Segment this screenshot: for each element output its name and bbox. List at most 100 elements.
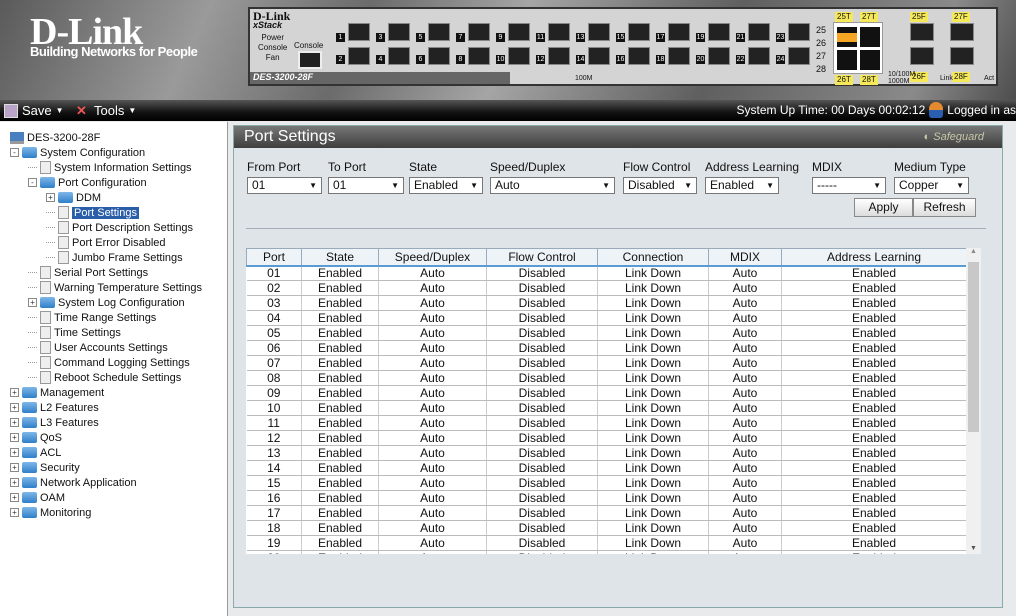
mdix-select[interactable]: ----- bbox=[812, 177, 886, 194]
tree-item-l3-features[interactable]: + L3 Features bbox=[10, 415, 99, 430]
document-icon bbox=[40, 266, 51, 279]
rj45-port bbox=[837, 27, 857, 47]
table-row[interactable]: 11 Enabled Auto Disabled Link Down Auto Enable… bbox=[246, 415, 966, 431]
tree-item-port-error-disabled[interactable]: Port Error Disabled bbox=[46, 235, 166, 250]
tree-item-warning-temperature-settings[interactable]: Warning Temperature Settings bbox=[28, 280, 202, 295]
tree-item-qos[interactable]: + QoS bbox=[10, 430, 62, 445]
tree-item-port-settings[interactable]: Port Settings bbox=[46, 205, 139, 220]
speed-duplex-select[interactable]: Auto bbox=[490, 177, 615, 194]
expand-icon[interactable]: + bbox=[10, 463, 19, 472]
table-row[interactable]: 13 Enabled Auto Disabled Link Down Auto Enable… bbox=[246, 445, 966, 461]
table-row[interactable]: 15 Enabled Auto Disabled Link Down Auto Enable… bbox=[246, 475, 966, 491]
table-row[interactable]: 02 Enabled Auto Disabled Link Down Auto Enable… bbox=[246, 280, 966, 296]
tree-item-label: System Configuration bbox=[40, 146, 146, 159]
tree-item-security[interactable]: + Security bbox=[10, 460, 80, 475]
expand-icon[interactable]: + bbox=[10, 448, 19, 457]
table-cell: Enabled bbox=[781, 340, 966, 356]
tree-item-ddm[interactable]: + DDM bbox=[46, 190, 101, 205]
legend-act: Act bbox=[984, 75, 995, 82]
tree-item-command-logging-settings[interactable]: Command Logging Settings bbox=[28, 355, 190, 370]
address-learning-select[interactable]: Enabled bbox=[705, 177, 779, 194]
column-header: MDIX bbox=[708, 248, 782, 267]
folder-icon bbox=[22, 447, 37, 458]
refresh-button[interactable]: Refresh bbox=[913, 198, 976, 217]
tree-item-time-range-settings[interactable]: Time Range Settings bbox=[28, 310, 156, 325]
tree-item-acl[interactable]: + ACL bbox=[10, 445, 61, 460]
table-row[interactable]: 01 Enabled Auto Disabled Link Down Auto Enable… bbox=[246, 265, 966, 281]
scrollbar-thumb[interactable] bbox=[968, 262, 979, 432]
table-row[interactable]: 19 Enabled Auto Disabled Link Down Auto Enable… bbox=[246, 535, 966, 551]
tools-menu[interactable]: ✕ Tools ▼ bbox=[76, 103, 136, 118]
expand-icon[interactable]: + bbox=[10, 388, 19, 397]
save-menu[interactable]: Save ▼ bbox=[4, 103, 64, 118]
expand-icon[interactable]: + bbox=[10, 433, 19, 442]
tree-item-l2-features[interactable]: + L2 Features bbox=[10, 400, 99, 415]
table-cell: Enabled bbox=[781, 490, 966, 506]
table-row[interactable]: 09 Enabled Auto Disabled Link Down Auto Enable… bbox=[246, 385, 966, 401]
scroll-up-icon[interactable]: ▲ bbox=[966, 248, 981, 255]
table-row[interactable]: 14 Enabled Auto Disabled Link Down Auto Enable… bbox=[246, 460, 966, 476]
table-cell: Disabled bbox=[486, 460, 598, 476]
table-cell: Enabled bbox=[781, 265, 966, 281]
expand-icon[interactable]: + bbox=[10, 418, 19, 427]
from-port-select[interactable]: 01 bbox=[247, 177, 322, 194]
tree-item-oam[interactable]: + OAM bbox=[10, 490, 65, 505]
apply-button[interactable]: Apply bbox=[854, 198, 913, 217]
combo-label: 25T bbox=[835, 12, 853, 22]
table-row[interactable]: 04 Enabled Auto Disabled Link Down Auto Enable… bbox=[246, 310, 966, 326]
tree-item-system-information-settings[interactable]: System Information Settings bbox=[28, 160, 192, 175]
table-row[interactable]: 18 Enabled Auto Disabled Link Down Auto Enable… bbox=[246, 520, 966, 536]
expand-icon[interactable]: + bbox=[10, 493, 19, 502]
expand-icon[interactable]: + bbox=[46, 193, 55, 202]
expand-icon[interactable]: + bbox=[28, 298, 37, 307]
table-cell: Enabled bbox=[301, 460, 379, 476]
tree-item-des-3200-28f[interactable]: DES-3200-28F bbox=[10, 130, 100, 145]
table-cell: Disabled bbox=[486, 535, 598, 551]
expand-icon[interactable]: + bbox=[10, 403, 19, 412]
table-row[interactable]: 20EnabledAutoDisabledLink DownAutoEnable… bbox=[246, 550, 966, 554]
tree-item-reboot-schedule-settings[interactable]: Reboot Schedule Settings bbox=[28, 370, 181, 385]
tree-item-management[interactable]: + Management bbox=[10, 385, 104, 400]
flow-control-select[interactable]: Disabled bbox=[623, 177, 697, 194]
page-title: Port Settings bbox=[244, 128, 336, 145]
table-row[interactable]: 17 Enabled Auto Disabled Link Down Auto Enable… bbox=[246, 505, 966, 521]
table-scrollbar[interactable]: ▲ ▼ bbox=[966, 248, 981, 554]
table-cell: 18 bbox=[246, 520, 302, 536]
tree-item-serial-port-settings[interactable]: Serial Port Settings bbox=[28, 265, 148, 280]
scroll-down-icon[interactable]: ▼ bbox=[966, 545, 981, 552]
table-row[interactable]: 06 Enabled Auto Disabled Link Down Auto Enable… bbox=[246, 340, 966, 356]
table-row[interactable]: 10 Enabled Auto Disabled Link Down Auto Enable… bbox=[246, 400, 966, 416]
tree-item-port-configuration[interactable]: - Port Configuration bbox=[28, 175, 147, 190]
table-cell: Link Down bbox=[597, 445, 709, 461]
tree-item-label: Monitoring bbox=[40, 506, 92, 519]
tree-item-system-configuration[interactable]: - System Configuration bbox=[10, 145, 145, 160]
table-cell: Enabled bbox=[301, 325, 379, 341]
table-row[interactable]: 16 Enabled Auto Disabled Link Down Auto Enable… bbox=[246, 490, 966, 506]
caret-down-icon: ▼ bbox=[55, 106, 64, 115]
table-row[interactable]: 05 Enabled Auto Disabled Link Down Auto Enable… bbox=[246, 325, 966, 341]
collapse-icon[interactable]: - bbox=[28, 178, 37, 187]
state-select[interactable]: Enabled bbox=[409, 177, 483, 194]
tree-item-port-description-settings[interactable]: Port Description Settings bbox=[46, 220, 193, 235]
tree-item-time-settings[interactable]: Time Settings bbox=[28, 325, 121, 340]
tree-item-network-application[interactable]: + Network Application bbox=[10, 475, 137, 490]
combo-port-number: 28 bbox=[816, 64, 827, 74]
table-cell: Link Down bbox=[597, 475, 709, 491]
expand-icon[interactable]: + bbox=[10, 508, 19, 517]
document-icon bbox=[58, 236, 69, 249]
table-row[interactable]: 07 Enabled Auto Disabled Link Down Auto Enable… bbox=[246, 355, 966, 371]
tree-item-system-log-configuration[interactable]: + System Log Configuration bbox=[28, 295, 185, 310]
tree-item-monitoring[interactable]: + Monitoring bbox=[10, 505, 91, 520]
to-port-select[interactable]: 01 bbox=[328, 177, 404, 194]
expand-icon[interactable]: + bbox=[10, 478, 19, 487]
port-number: 11 bbox=[536, 33, 545, 42]
collapse-icon[interactable]: - bbox=[10, 148, 19, 157]
tree-item-label: L3 Features bbox=[40, 416, 99, 429]
table-row[interactable]: 03 Enabled Auto Disabled Link Down Auto Enable… bbox=[246, 295, 966, 311]
medium-type-select[interactable]: Copper bbox=[894, 177, 969, 194]
table-row[interactable]: 08 Enabled Auto Disabled Link Down Auto Enable… bbox=[246, 370, 966, 386]
table-row[interactable]: 12 Enabled Auto Disabled Link Down Auto Enable… bbox=[246, 430, 966, 446]
tree-item-jumbo-frame-settings[interactable]: Jumbo Frame Settings bbox=[46, 250, 183, 265]
tree-connector bbox=[46, 257, 55, 258]
tree-item-user-accounts-settings[interactable]: User Accounts Settings bbox=[28, 340, 168, 355]
